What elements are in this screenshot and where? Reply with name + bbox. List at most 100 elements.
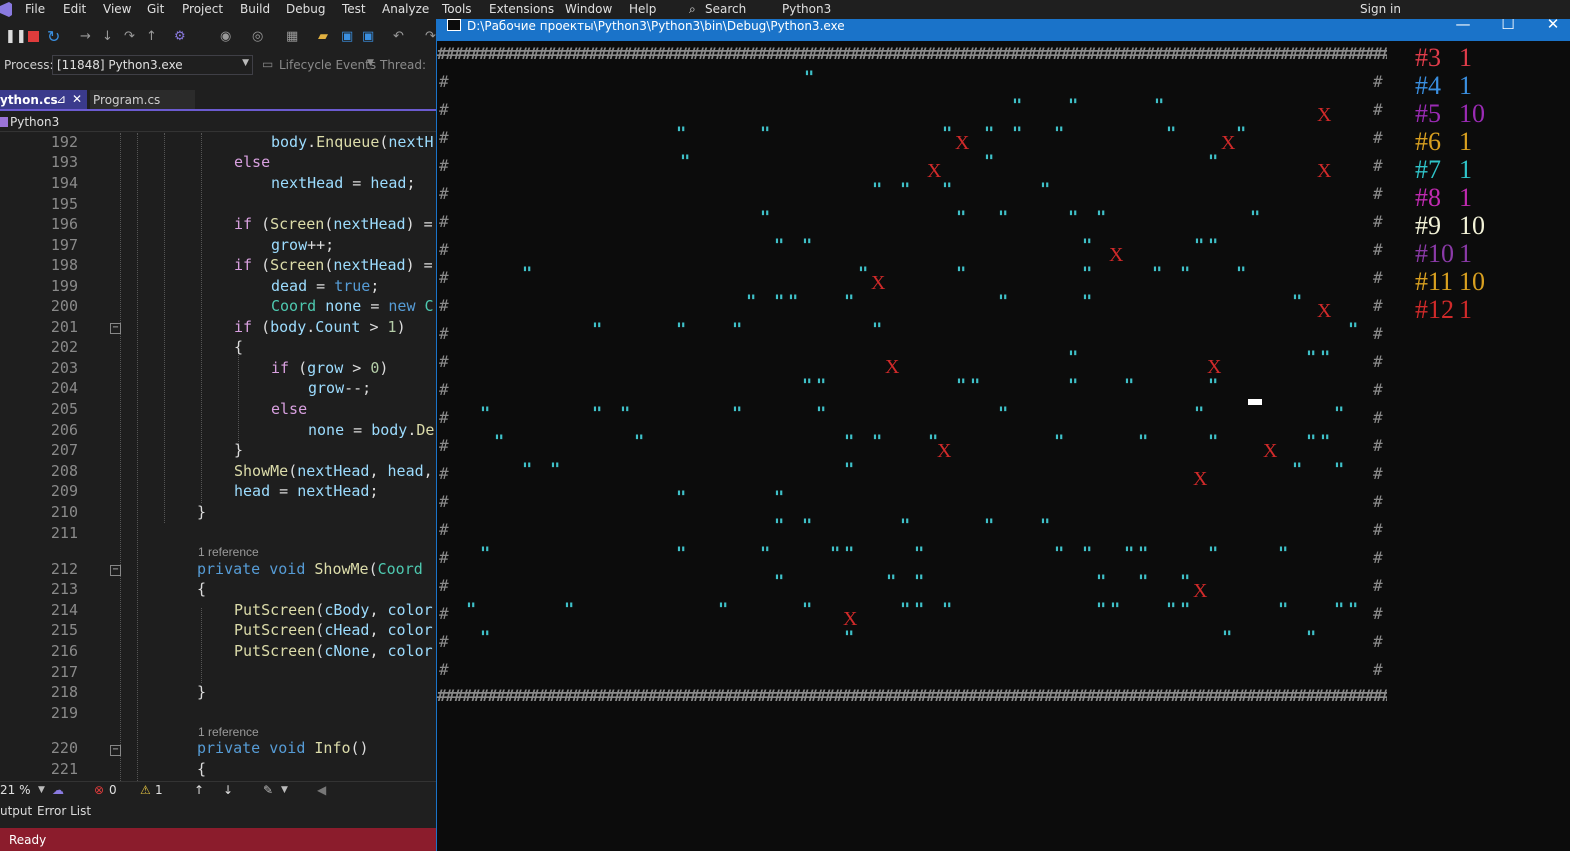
border-cell: # <box>1373 380 1383 399</box>
step-back-icon[interactable]: ↷ <box>124 29 135 44</box>
copilot-icon[interactable]: ☁ <box>52 783 64 797</box>
code-editor[interactable]: 192 193 194 195 196 197 198 199 200 201 202 203 204 2… <box>0 133 436 781</box>
reference-codelens[interactable]: 1 reference <box>198 545 259 559</box>
chevron-down-icon: ▼ <box>242 58 249 68</box>
warning-icon[interactable]: ⚠ <box>140 783 151 797</box>
error-icon[interactable]: ⊗ <box>94 783 104 797</box>
step-into-icon[interactable]: ↓ <box>102 29 113 44</box>
menu-extensions[interactable]: Extensions <box>489 2 554 16</box>
warning-count: 1 <box>155 783 163 797</box>
line-number: 211 <box>50 524 78 542</box>
cleanup-chevron-icon[interactable]: ▼ <box>281 785 288 795</box>
code-line: PutScreen(cHead, color <box>234 621 433 639</box>
score-id: #9 <box>1415 211 1441 240</box>
lifecycle-events-button[interactable]: Lifecycle Events <box>279 58 376 72</box>
breakpoint-disable-icon[interactable]: ◎ <box>252 29 263 44</box>
scroll-left-icon[interactable]: ◀ <box>317 783 326 797</box>
score-value: 10 <box>1459 99 1485 128</box>
score-id: #10 <box>1415 239 1454 268</box>
code-line: { <box>197 760 207 778</box>
score-value: 10 <box>1459 267 1485 296</box>
food-item: " <box>1154 96 1165 116</box>
open-folder-icon[interactable]: ▰ <box>318 29 328 44</box>
border-cell: # <box>439 576 449 595</box>
food-item: " <box>1236 124 1247 144</box>
menu-project[interactable]: Project <box>182 2 223 16</box>
previous-icon[interactable]: ↑ <box>194 783 204 797</box>
menu-debug[interactable]: Debug <box>286 2 325 16</box>
collapse-icon[interactable]: − <box>110 745 121 756</box>
border-cell: # <box>439 464 449 483</box>
line-number: 214 <box>50 601 78 619</box>
sign-in-button[interactable]: Sign in <box>1360 2 1401 16</box>
line-number: 217 <box>50 663 78 681</box>
cleanup-icon[interactable]: ✎ <box>263 783 273 797</box>
menu-window[interactable]: Window <box>565 2 612 16</box>
menu-analyze[interactable]: Analyze <box>382 2 429 16</box>
food-item: " <box>466 600 477 620</box>
line-number: 213 <box>50 580 78 598</box>
undo-icon[interactable]: ↶ <box>393 29 404 44</box>
food-item: " <box>956 208 967 228</box>
step-over-icon[interactable]: → <box>80 29 91 44</box>
step-out-icon[interactable]: ↑ <box>146 29 157 44</box>
menu-view[interactable]: View <box>103 2 131 16</box>
zoom-chevron-icon[interactable]: ▼ <box>38 785 45 795</box>
tab-error-list[interactable]: Error List <box>37 804 91 818</box>
process-select[interactable]: [11848] Python3.exe ▼ <box>52 55 253 75</box>
code-line: PutScreen(cBody, color <box>234 601 433 619</box>
search-button[interactable]: Search <box>705 2 746 16</box>
stop-icon[interactable] <box>28 31 39 42</box>
menu-build[interactable]: Build <box>240 2 270 16</box>
food-item: " <box>816 376 827 396</box>
collapse-icon[interactable]: − <box>110 565 121 576</box>
menu-edit[interactable]: Edit <box>63 2 86 16</box>
food-item: " <box>1012 124 1023 144</box>
pause-icon[interactable]: ❚❚ <box>5 29 27 44</box>
menu-tools[interactable]: Tools <box>442 2 472 16</box>
code-line: } <box>197 683 207 701</box>
line-number: 201 <box>50 318 78 336</box>
navigation-bar[interactable]: Python3 <box>0 114 436 132</box>
tab-program-cs[interactable]: Program.cs <box>90 90 195 109</box>
line-number: 212 <box>50 560 78 578</box>
search-icon[interactable]: ⌕ <box>689 2 696 17</box>
food-item: " <box>1320 348 1331 368</box>
save-all-icon[interactable]: ▣ <box>362 29 374 44</box>
close-icon[interactable]: ✕ <box>72 92 82 106</box>
menu-git[interactable]: Git <box>147 2 164 16</box>
breakpoint-icon[interactable]: ◉ <box>220 29 231 44</box>
windows-icon[interactable]: ▦ <box>286 29 298 44</box>
border-cell: # <box>1373 296 1383 315</box>
food-item: " <box>592 320 603 340</box>
food-item: " <box>1348 320 1359 340</box>
menu-test[interactable]: Test <box>342 2 366 16</box>
food-item: " <box>1348 600 1359 620</box>
tab-python-cs[interactable]: ython.cs ⊿ ✕ <box>0 90 87 109</box>
zoom-level[interactable]: 21 % <box>0 783 31 797</box>
collapse-icon[interactable]: − <box>110 323 121 334</box>
hot-reload-icon[interactable]: ⚙ <box>174 29 186 44</box>
food-item: " <box>1068 348 1079 368</box>
menu-help[interactable]: Help <box>629 2 656 16</box>
food-item: " <box>676 488 687 508</box>
border-cell: # <box>439 604 449 623</box>
menu-file[interactable]: File <box>25 2 45 16</box>
save-icon[interactable]: ▣ <box>341 29 353 44</box>
food-item: " <box>844 292 855 312</box>
next-icon[interactable]: ↓ <box>223 783 233 797</box>
score-value: 1 <box>1459 127 1472 156</box>
food-item: " <box>984 124 995 144</box>
food-item: " <box>564 600 575 620</box>
redo-icon[interactable]: ↷ <box>425 29 436 44</box>
food-item: " <box>1334 460 1345 480</box>
line-number: 221 <box>50 760 78 778</box>
reference-codelens[interactable]: 1 reference <box>198 725 259 739</box>
pin-icon[interactable]: ⊿ <box>56 92 66 106</box>
food-item: " <box>1306 348 1317 368</box>
tab-output[interactable]: utput <box>0 804 32 818</box>
food-item: " <box>760 544 771 564</box>
restart-icon[interactable]: ↻ <box>47 27 60 46</box>
console-window[interactable]: D:\Рабочие проекты\Python3\Python3\bin\D… <box>436 11 1570 851</box>
line-number: 219 <box>50 704 78 722</box>
